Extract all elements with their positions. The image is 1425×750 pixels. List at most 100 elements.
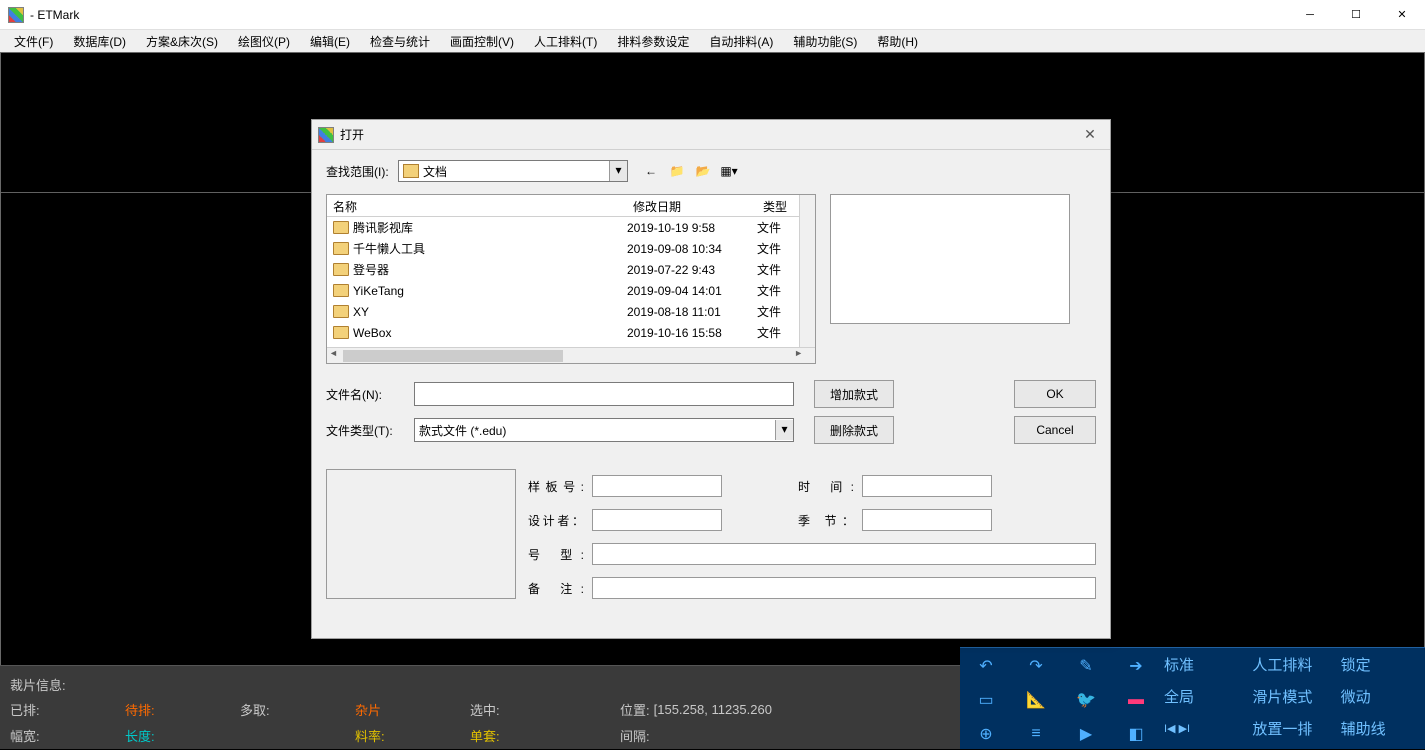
time-input[interactable] — [862, 475, 992, 497]
menu-help[interactable]: 帮助(H) — [867, 31, 928, 52]
bird-icon[interactable]: 🐦 — [1062, 684, 1110, 716]
stat-pos-label: 位置: — [620, 700, 650, 719]
file-date: 2019-07-22 9:43 — [627, 263, 757, 277]
mode-guide[interactable]: 辅助线 — [1337, 718, 1425, 739]
mode-micro[interactable]: 微动 — [1337, 686, 1425, 707]
folder-icon — [333, 263, 349, 276]
mode-labels: 标准 人工排料 锁定 全局 滑片模式 微动 I◀ ▶I 放置一排 辅助线 — [1160, 648, 1425, 749]
layers-icon[interactable]: ≡ — [1012, 718, 1060, 750]
up-icon[interactable]: 📁 — [668, 162, 686, 180]
titlebar: - ETMark ─ ☐ ✕ — [0, 0, 1425, 30]
menu-check[interactable]: 检查与统计 — [360, 31, 440, 52]
measure-icon[interactable]: 📐 — [1012, 684, 1060, 716]
viewmode-icon[interactable]: ▦▾ — [720, 162, 738, 180]
filetype-value: 款式文件 (*.edu) — [415, 422, 775, 439]
mode-global[interactable]: 全局 — [1160, 686, 1248, 707]
undo-icon[interactable]: ↶ — [962, 650, 1010, 682]
menu-plotter[interactable]: 绘图仪(P) — [228, 31, 300, 52]
right-panel: ↶ ↷ ✎ ➔ ▭ 📐 🐦 ▬ ⊕ ≡ ▶ ◧ 标准 人工排料 锁定 全局 滑片… — [960, 647, 1425, 749]
stat-pos-value: [155.258, 11235.260 — [654, 702, 772, 717]
bar-icon[interactable]: ▬ — [1112, 684, 1160, 716]
chevron-down-icon[interactable]: ▾ — [775, 420, 793, 440]
sample-input[interactable] — [592, 475, 722, 497]
menu-file[interactable]: 文件(F) — [4, 31, 63, 52]
dialog-titlebar: 打开 ✕ — [312, 120, 1110, 150]
col-date[interactable]: 修改日期 — [627, 195, 757, 216]
list-item[interactable]: 登号器2019-07-22 9:43文件 — [327, 259, 815, 280]
minimize-button[interactable]: ─ — [1287, 0, 1333, 30]
preview-pane — [830, 194, 1070, 324]
cancel-button[interactable]: Cancel — [1014, 416, 1096, 444]
info-preview — [326, 469, 516, 599]
maximize-button[interactable]: ☐ — [1333, 0, 1379, 30]
file-list[interactable]: 名称 修改日期 类型 腾讯影视库2019-10-19 9:58文件千牛懒人工具2… — [326, 194, 816, 364]
list-item[interactable]: YiKeTang2019-09-04 14:01文件 — [327, 280, 815, 301]
flag-icon[interactable]: ▶ — [1062, 718, 1110, 750]
time-label: 时 间: — [798, 478, 854, 495]
menu-database[interactable]: 数据库(D) — [63, 31, 136, 52]
mode-manual[interactable]: 人工排料 — [1248, 654, 1336, 675]
designer-label: 设计者： — [528, 512, 584, 529]
stat-single: 单套: — [470, 726, 620, 745]
file-date: 2019-09-04 14:01 — [627, 284, 757, 298]
chevron-down-icon[interactable]: ▾ — [609, 161, 627, 181]
close-button[interactable]: ✕ — [1379, 0, 1425, 30]
file-name: 登号器 — [353, 261, 627, 278]
menu-param[interactable]: 排料参数设定 — [607, 31, 699, 52]
back-icon[interactable]: ← — [642, 162, 660, 180]
ok-button[interactable]: OK — [1014, 380, 1096, 408]
filename-input[interactable] — [414, 382, 794, 406]
col-type[interactable]: 类型 — [757, 195, 797, 216]
newfolder-icon[interactable]: 📂 — [694, 162, 712, 180]
delete-style-button[interactable]: 删除款式 — [814, 416, 894, 444]
table-icon[interactable]: ▭ — [962, 684, 1010, 716]
file-type: 文件 — [757, 240, 797, 257]
status-panel: 裁片信息: 已排: 待排: 多取: 杂片 选中: 位置: [155.258, 1… — [0, 665, 960, 749]
stat-rate: 料率: — [355, 726, 470, 745]
lookin-combo[interactable]: 文档 ▾ — [398, 160, 628, 182]
file-list-header: 名称 修改日期 类型 — [327, 195, 815, 217]
filename-label: 文件名(N): — [326, 386, 414, 403]
col-name[interactable]: 名称 — [327, 195, 627, 216]
rect-icon[interactable]: ◧ — [1112, 718, 1160, 750]
redo-icon[interactable]: ↷ — [1012, 650, 1060, 682]
menu-view[interactable]: 画面控制(V) — [440, 31, 524, 52]
menu-scheme[interactable]: 方案&床次(S) — [136, 31, 228, 52]
dialog-close-button[interactable]: ✕ — [1070, 120, 1110, 150]
file-name: 腾讯影视库 — [353, 219, 627, 236]
file-date: 2019-08-18 11:01 — [627, 305, 757, 319]
folder-icon — [333, 221, 349, 234]
size-input[interactable] — [592, 543, 1096, 565]
stat-width: 幅宽: — [10, 726, 125, 745]
menu-edit[interactable]: 编辑(E) — [300, 31, 360, 52]
remark-input[interactable] — [592, 577, 1096, 599]
season-input[interactable] — [862, 509, 992, 531]
list-item[interactable]: 千牛懒人工具2019-09-08 10:34文件 — [327, 238, 815, 259]
add-style-button[interactable]: 增加款式 — [814, 380, 894, 408]
designer-input[interactable] — [592, 509, 722, 531]
stat-misc: 杂片 — [355, 700, 470, 719]
file-type: 文件 — [757, 261, 797, 278]
file-name: 千牛懒人工具 — [353, 240, 627, 257]
mode-placerow[interactable]: 放置一排 — [1248, 718, 1336, 739]
mode-lock[interactable]: 锁定 — [1337, 654, 1425, 675]
vertical-scrollbar[interactable] — [799, 195, 815, 363]
folder-icon — [333, 284, 349, 297]
zoom-icon[interactable]: ⊕ — [962, 718, 1010, 750]
folder-icon — [333, 326, 349, 339]
mode-slide[interactable]: 滑片模式 — [1248, 686, 1336, 707]
mode-standard[interactable]: 标准 — [1160, 654, 1248, 675]
horizontal-scrollbar[interactable] — [327, 347, 815, 363]
filetype-combo[interactable]: 款式文件 (*.edu) ▾ — [414, 418, 794, 442]
list-item[interactable]: XY2019-08-18 11:01文件 — [327, 301, 815, 322]
list-item[interactable]: 腾讯影视库2019-10-19 9:58文件 — [327, 217, 815, 238]
menu-aux[interactable]: 辅助功能(S) — [783, 31, 867, 52]
menubar: 文件(F) 数据库(D) 方案&床次(S) 绘图仪(P) 编辑(E) 检查与统计… — [0, 30, 1425, 52]
menu-auto[interactable]: 自动排料(A) — [699, 31, 783, 52]
menu-manual[interactable]: 人工排料(T) — [524, 31, 607, 52]
brush-icon[interactable]: ✎ — [1062, 650, 1110, 682]
arrow-icon[interactable]: ➔ — [1112, 650, 1160, 682]
list-item[interactable]: WeBox2019-10-16 15:58文件 — [327, 322, 815, 343]
folder-icon — [403, 164, 419, 178]
file-name: YiKeTang — [353, 284, 627, 298]
